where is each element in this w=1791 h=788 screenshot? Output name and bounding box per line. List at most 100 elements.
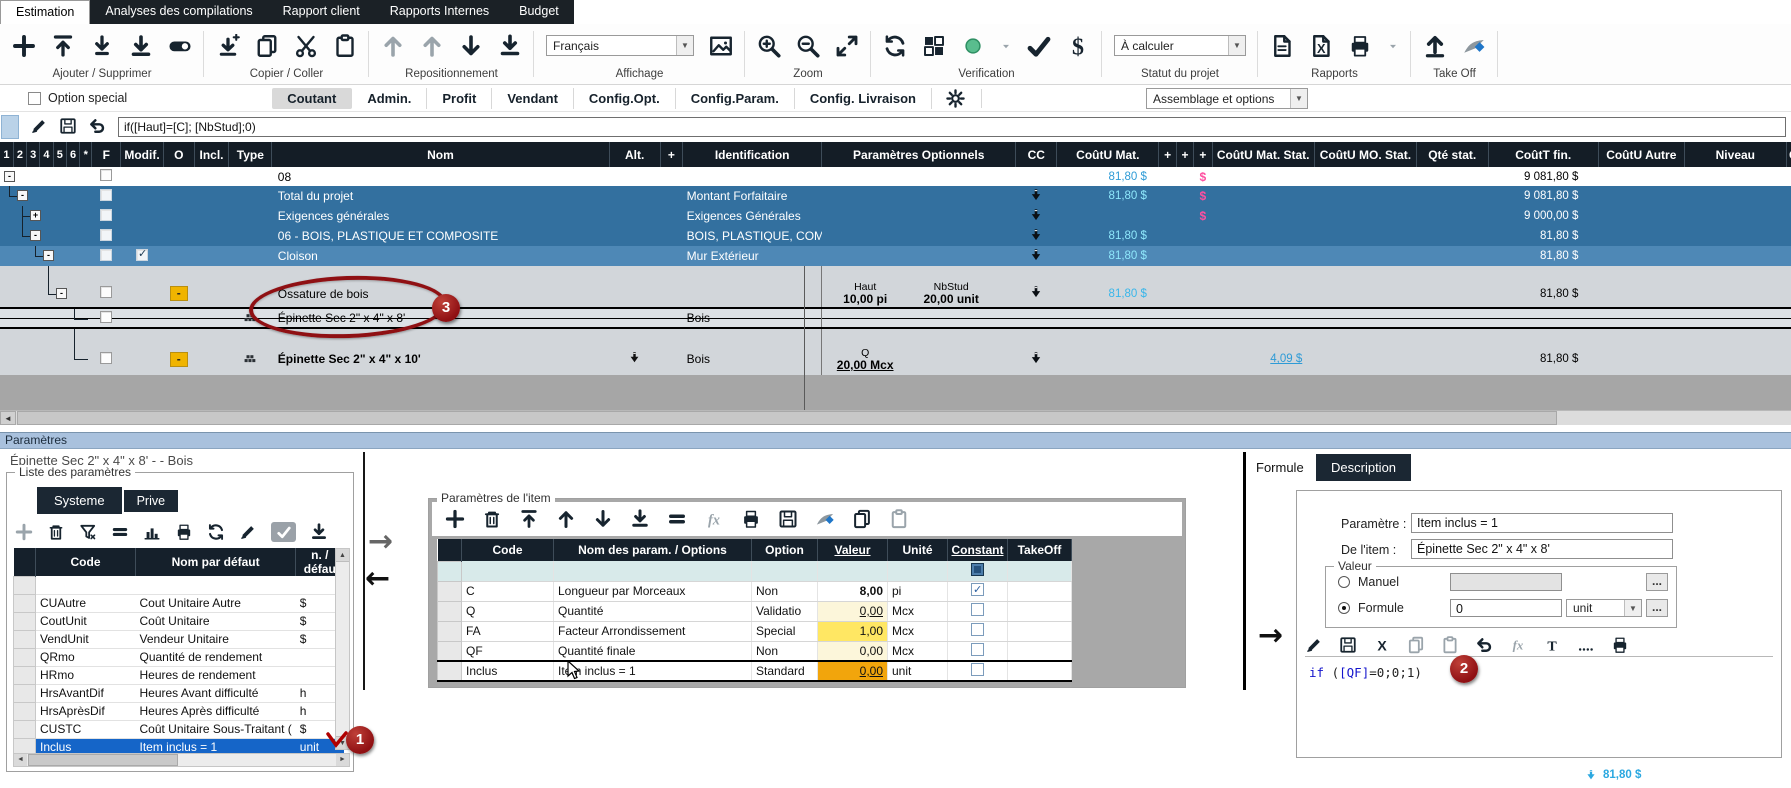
- alt-cell[interactable]: [609, 266, 660, 280]
- o-cell[interactable]: [163, 186, 194, 206]
- modif-cell[interactable]: [121, 308, 164, 328]
- modif-cell[interactable]: [121, 280, 164, 308]
- identification-cell[interactable]: [683, 328, 822, 343]
- transfer-right-icon[interactable]: →: [368, 527, 393, 557]
- row-checkbox[interactable]: [100, 311, 112, 323]
- up-bar-icon[interactable]: [519, 509, 539, 529]
- row-selector[interactable]: [14, 666, 36, 684]
- floppy-icon[interactable]: [1339, 636, 1357, 654]
- liste-col-0[interactable]: Code: [36, 548, 136, 576]
- cc-cell[interactable]: [1016, 206, 1057, 226]
- row-selector[interactable]: [438, 581, 462, 601]
- item-params-col-3[interactable]: Valeur: [818, 539, 888, 561]
- niveau-cell[interactable]: [1684, 246, 1786, 266]
- modif-cell[interactable]: [121, 246, 164, 266]
- grid-col-12[interactable]: Nom: [272, 142, 609, 167]
- grid-col-3[interactable]: 4: [40, 142, 53, 167]
- grid-row-2[interactable]: +Exigences généralesExigences Générales$…: [0, 206, 1791, 226]
- expand-icon[interactable]: [835, 34, 859, 58]
- nom-cell[interactable]: 08: [272, 167, 609, 186]
- tree-expand-icon[interactable]: -: [30, 230, 41, 241]
- refresh-icon[interactable]: [207, 523, 225, 541]
- scissors-icon[interactable]: [294, 34, 318, 58]
- coutu-mo-stat-cell[interactable]: [1314, 167, 1416, 186]
- copy-icon[interactable]: [1407, 636, 1425, 654]
- coutu-autre-cell[interactable]: [1598, 206, 1684, 226]
- row-selector[interactable]: [14, 630, 36, 648]
- letter-x-icon[interactable]: X: [1373, 636, 1391, 654]
- funnel-icon[interactable]: [79, 523, 97, 541]
- f-cell[interactable]: [92, 167, 121, 186]
- f-cell[interactable]: [92, 206, 121, 226]
- liste-row-HrsAvantDif[interactable]: HrsAvantDifHeures Avant difficultéh: [14, 684, 344, 702]
- coutu-autre-cell[interactable]: [1598, 308, 1684, 328]
- identification-cell[interactable]: [683, 280, 822, 308]
- parametres-optionnels-cell[interactable]: Haut10,00 piNbStud20,00 unit: [822, 280, 1016, 308]
- identification-cell[interactable]: [683, 266, 822, 280]
- cout-cell[interactable]: [1786, 186, 1791, 206]
- takeoff-cell[interactable]: [1008, 661, 1072, 681]
- coutt-fin-cell[interactable]: [1488, 308, 1598, 328]
- alt-cell[interactable]: [609, 246, 660, 266]
- coutu-mat-stat-cell[interactable]: [1212, 167, 1314, 186]
- statut-du-projet-combo[interactable]: À calculer▼: [1114, 35, 1246, 56]
- cc-cell[interactable]: [1016, 246, 1057, 266]
- tab-systeme[interactable]: Systeme: [37, 487, 122, 514]
- valeur-cell[interactable]: 0,00: [818, 661, 888, 681]
- item-param-row-QF[interactable]: QF Quantité finale Non 0,00 Mcx: [438, 641, 1072, 661]
- option-flag[interactable]: -: [170, 286, 188, 301]
- coutu-mat-stat-cell[interactable]: [1212, 280, 1314, 308]
- modif-cell[interactable]: [121, 206, 164, 226]
- grid-col-18[interactable]: CoûtU Mat.: [1057, 142, 1159, 167]
- row-selector[interactable]: [438, 561, 462, 581]
- floppy-icon[interactable]: [778, 509, 798, 529]
- qte-stat-cell[interactable]: [1416, 206, 1488, 226]
- mode-button-coutant[interactable]: Coutant: [272, 88, 352, 109]
- modif-cell[interactable]: [121, 328, 164, 343]
- mode-button-config-param-[interactable]: Config.Param.: [676, 88, 795, 109]
- valeur-cell[interactable]: 8,00: [818, 581, 888, 601]
- liste-row-0[interactable]: [14, 576, 344, 594]
- pencil-icon[interactable]: [30, 117, 48, 135]
- printer-icon[interactable]: [1611, 636, 1629, 654]
- manuel-value-field[interactable]: [1450, 573, 1562, 591]
- up-bar-icon[interactable]: [51, 34, 75, 58]
- manuel-radio[interactable]: [1338, 576, 1350, 588]
- grid-row-5[interactable]: [0, 266, 1791, 280]
- item-params-col-1[interactable]: Nom des param. / Options: [554, 539, 752, 561]
- unit-combo[interactable]: unit▼: [1566, 599, 1642, 617]
- takeoff-cell[interactable]: [1008, 561, 1072, 581]
- grid-col-24[interactable]: Qté stat.: [1416, 142, 1488, 167]
- manuel-browse-button[interactable]: ...: [1646, 573, 1668, 591]
- o-cell[interactable]: [163, 266, 194, 280]
- mode-button-config-livraison[interactable]: Config. Livraison: [795, 88, 932, 109]
- cc-down-icon[interactable]: [1029, 248, 1043, 262]
- calc-icon[interactable]: [922, 34, 946, 58]
- item-param-row-Inclus[interactable]: Inclus Item inclus = 1 Standard 0,00 uni…: [438, 661, 1072, 681]
- modif-checkbox[interactable]: [136, 249, 148, 261]
- doc-icon[interactable]: [1270, 34, 1294, 58]
- row-selector[interactable]: [14, 702, 36, 720]
- grid-row-4[interactable]: -CloisonMur Extérieur81,80 $81,80 $: [0, 246, 1791, 266]
- paste-icon[interactable]: [333, 34, 357, 58]
- row-selector[interactable]: [14, 648, 36, 666]
- copy-icon[interactable]: [255, 34, 279, 58]
- row-checkbox[interactable]: [100, 352, 112, 364]
- valeur-cell[interactable]: 0,00: [818, 601, 888, 621]
- grid-col-7[interactable]: F: [92, 142, 121, 167]
- cc-cell[interactable]: [1016, 328, 1057, 343]
- formule-value-field[interactable]: 0: [1450, 599, 1562, 617]
- liste-row-VendUnit[interactable]: VendUnitVendeur Unitaire$: [14, 630, 344, 648]
- coutu-mat-stat-cell[interactable]: [1212, 186, 1314, 206]
- nom-cell[interactable]: [272, 328, 609, 343]
- f-cell[interactable]: [92, 280, 121, 308]
- coutu-mo-stat-cell[interactable]: [1314, 246, 1416, 266]
- zoom-in-icon[interactable]: [757, 34, 781, 58]
- row-checkbox[interactable]: [100, 286, 112, 298]
- cc-down-icon[interactable]: [1029, 228, 1043, 242]
- alt-cell[interactable]: [609, 343, 660, 375]
- coutu-autre-cell[interactable]: [1598, 280, 1684, 308]
- row-selector[interactable]: [14, 612, 36, 630]
- qte-stat-cell[interactable]: [1416, 266, 1488, 280]
- row-checkbox[interactable]: [100, 189, 112, 201]
